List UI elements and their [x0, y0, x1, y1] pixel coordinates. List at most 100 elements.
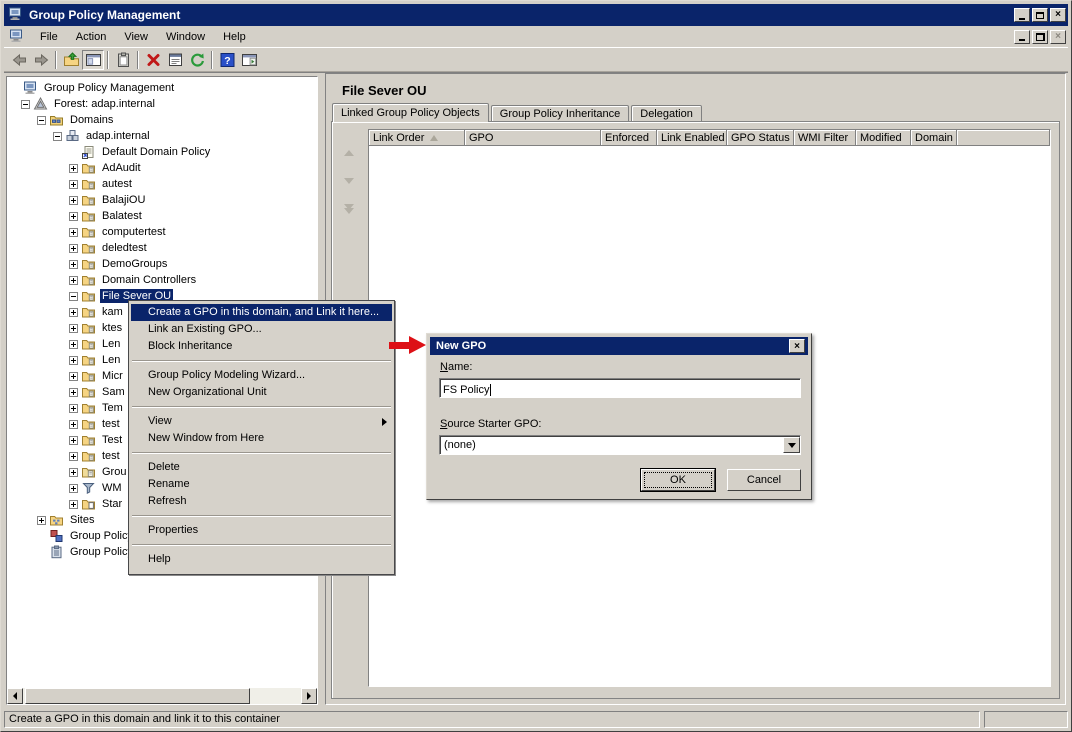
column-header-domain[interactable]: Domain — [911, 130, 957, 146]
move-up-button[interactable] — [341, 146, 357, 160]
expand-plus-icon[interactable] — [69, 323, 78, 333]
tree-item-domain-controllers[interactable]: Domain Controllers — [7, 272, 317, 288]
expand-plus-icon[interactable] — [69, 275, 78, 285]
expand-plus-icon[interactable] — [69, 259, 78, 269]
context-menu-refresh[interactable]: Refresh — [130, 493, 393, 510]
context-menu-group-policy-modeling-wizard[interactable]: Group Policy Modeling Wizard... — [130, 367, 393, 384]
move-down-button[interactable] — [341, 174, 357, 188]
context-menu-link-an-existing-gpo[interactable]: Link an Existing GPO... — [130, 321, 393, 338]
column-header-modified[interactable]: Modified — [856, 130, 911, 146]
tab-linked-group-policy-objects[interactable]: Linked Group Policy Objects — [332, 103, 489, 122]
expand-plus-icon[interactable] — [69, 483, 78, 493]
menu-window[interactable]: Window — [157, 28, 214, 46]
cancel-button[interactable]: Cancel — [727, 469, 801, 491]
expand-plus-icon[interactable] — [69, 339, 78, 349]
title-bar: Group Policy Management × — [4, 4, 1068, 26]
tree-item-balajiou[interactable]: BalajiOU — [7, 192, 317, 208]
minimize-button[interactable] — [1014, 8, 1030, 22]
context-menu-help[interactable]: Help — [130, 551, 393, 568]
expand-plus-icon[interactable] — [69, 403, 78, 413]
expand-plus-icon[interactable] — [69, 211, 78, 221]
refresh-button[interactable] — [186, 50, 208, 70]
back-button[interactable] — [8, 50, 30, 70]
forward-button[interactable] — [30, 50, 52, 70]
context-menu-rename[interactable]: Rename — [130, 476, 393, 493]
properties-button[interactable] — [164, 50, 186, 70]
ok-button[interactable]: OK — [641, 469, 715, 491]
context-menu-new-organizational-unit[interactable]: New Organizational Unit — [130, 384, 393, 401]
expand-plus-icon[interactable] — [69, 179, 78, 189]
tree-item-deledtest[interactable]: deledtest — [7, 240, 317, 256]
tree-item-default-domain-policy[interactable]: Default Domain Policy — [7, 144, 317, 160]
move-bottom-button[interactable] — [341, 202, 357, 216]
scroll-right-button[interactable] — [301, 688, 317, 704]
collapse-minus-icon[interactable] — [37, 115, 46, 125]
expand-plus-icon[interactable] — [69, 371, 78, 381]
clipboard-button[interactable] — [112, 50, 134, 70]
expand-plus-icon[interactable] — [69, 355, 78, 365]
delete-button[interactable] — [142, 50, 164, 70]
collapse-minus-icon[interactable] — [21, 99, 30, 109]
tree-item-forest-adap-internal[interactable]: Forest: adap.internal — [7, 96, 317, 112]
maximize-button[interactable] — [1032, 8, 1048, 22]
up-folder-button[interactable] — [60, 50, 82, 70]
horizontal-scrollbar[interactable] — [7, 688, 317, 704]
column-header-enforced[interactable]: Enforced — [601, 130, 657, 146]
expand-plus-icon[interactable] — [69, 499, 78, 509]
collapse-minus-icon[interactable] — [53, 131, 62, 141]
collapse-minus-icon[interactable] — [69, 291, 78, 301]
scrollbar-thumb[interactable] — [25, 688, 250, 704]
expand-plus-icon[interactable] — [69, 419, 78, 429]
context-menu-properties[interactable]: Properties — [130, 522, 393, 539]
close-button[interactable]: × — [1050, 8, 1066, 22]
expand-plus-icon[interactable] — [69, 435, 78, 445]
menu-file[interactable]: File — [31, 28, 67, 46]
sort-ascending-icon — [430, 135, 439, 141]
results-icon — [49, 545, 64, 559]
tab-delegation[interactable]: Delegation — [631, 105, 702, 122]
menu-action[interactable]: Action — [67, 28, 116, 46]
context-menu-delete[interactable]: Delete — [130, 459, 393, 476]
context-menu-create-a-gpo-in-this-domain-and-link-it-here[interactable]: Create a GPO in this domain, and Link it… — [131, 304, 392, 321]
expand-plus-icon[interactable] — [69, 243, 78, 253]
tree-item-domains[interactable]: Domains — [7, 112, 317, 128]
column-header-link-enabled[interactable]: Link Enabled — [657, 130, 727, 146]
help-button[interactable]: ? — [216, 50, 238, 70]
column-header-wmi-filter[interactable]: WMI Filter — [794, 130, 856, 146]
tree-item-adap-internal[interactable]: adap.internal — [7, 128, 317, 144]
console-tree-button[interactable] — [82, 49, 104, 70]
expand-plus-icon[interactable] — [69, 163, 78, 173]
mdi-restore-button[interactable] — [1032, 29, 1048, 44]
expand-plus-icon[interactable] — [37, 515, 46, 525]
menu-help[interactable]: Help — [214, 28, 255, 46]
expand-plus-icon[interactable] — [69, 307, 78, 317]
chevron-down-icon[interactable] — [783, 437, 800, 453]
source-starter-gpo-select[interactable]: (none) — [439, 435, 801, 455]
expand-plus-icon[interactable] — [69, 467, 78, 477]
expand-plus-icon[interactable] — [69, 387, 78, 397]
scrollbar-track[interactable] — [23, 688, 301, 704]
tree-item-autest[interactable]: autest — [7, 176, 317, 192]
context-menu-new-window-from-here[interactable]: New Window from Here — [130, 430, 393, 447]
expand-plus-icon[interactable] — [69, 227, 78, 237]
column-header-link-order[interactable]: Link Order — [369, 130, 465, 146]
tree-item-group-policy-management[interactable]: Group Policy Management — [7, 80, 317, 96]
gpo-name-input[interactable]: FS Policy — [439, 378, 801, 398]
expand-plus-icon[interactable] — [69, 195, 78, 205]
column-header-gpo-status[interactable]: GPO Status — [727, 130, 794, 146]
menu-view[interactable]: View — [115, 28, 157, 46]
dialog-close-button[interactable]: × — [789, 339, 805, 353]
mdi-close-button[interactable]: × — [1050, 29, 1066, 44]
tree-item-balatest[interactable]: Balatest — [7, 208, 317, 224]
tab-group-policy-inheritance[interactable]: Group Policy Inheritance — [490, 105, 630, 122]
column-header-gpo[interactable]: GPO — [465, 130, 601, 146]
context-menu-view[interactable]: View — [130, 413, 393, 430]
mdi-minimize-button[interactable] — [1014, 29, 1030, 44]
tree-item-adaudit[interactable]: AdAudit — [7, 160, 317, 176]
tree-item-demogroups[interactable]: DemoGroups — [7, 256, 317, 272]
context-menu-block-inheritance[interactable]: Block Inheritance — [130, 338, 393, 355]
scroll-left-button[interactable] — [7, 688, 23, 704]
tree-item-computertest[interactable]: computertest — [7, 224, 317, 240]
action-pane-button[interactable] — [238, 50, 260, 70]
expand-plus-icon[interactable] — [69, 451, 78, 461]
